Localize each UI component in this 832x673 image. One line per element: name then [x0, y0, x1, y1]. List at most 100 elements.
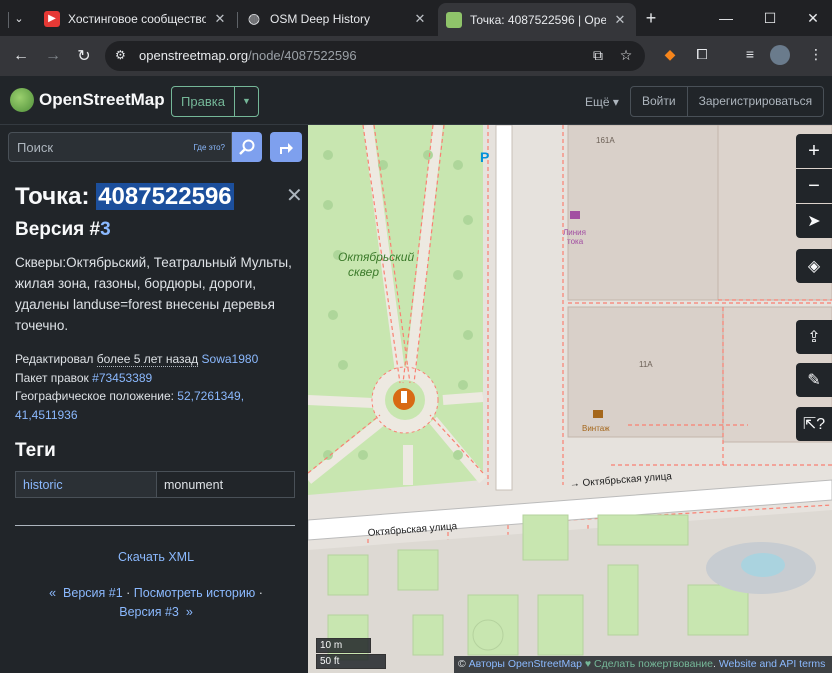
tag-value: monument [164, 478, 224, 492]
auth-buttons: Войти Зарегистрироваться [630, 86, 825, 117]
browser-toolbar: ← → ↻ ⚙ openstreetmap.org/node/408752259… [0, 36, 832, 76]
tab-title: Хостинговое сообщество «Т [68, 11, 206, 26]
tags-heading: Теги [15, 440, 56, 461]
address-bar[interactable]: ⚙ openstreetmap.org/node/4087522596 ⧉ ☆ [105, 41, 645, 71]
more-menu[interactable]: Ещё ▾ [585, 95, 619, 109]
url-text: openstreetmap.org/node/4087522596 [139, 48, 357, 63]
divider [15, 525, 295, 526]
next-version-link[interactable]: Версия #3 [119, 605, 179, 619]
location-lon-link[interactable]: 41,4511936 [15, 408, 78, 422]
extensions-icon[interactable]: ⧠ [692, 46, 712, 66]
share-icon[interactable]: ⇪ [796, 320, 832, 354]
download-xml-link[interactable]: Скачать XML [118, 550, 194, 564]
tags-table: historic monument [15, 471, 295, 498]
tag-key-link[interactable]: historic [16, 472, 157, 497]
sidebar: Поиск Где это? Точка: 4087522596 ✕ Верси… [0, 125, 308, 673]
map-canvas: P Октябрьский сквер 161А 11А Линия тока … [308, 125, 832, 673]
version-link[interactable]: 3 [100, 219, 111, 240]
map-label-square-1: Октябрьский [338, 250, 414, 264]
minimize-icon[interactable]: — [706, 6, 746, 30]
prev-arrow-icon[interactable]: « [49, 586, 56, 600]
metamask-icon[interactable]: ◆ [660, 46, 680, 66]
globe-icon: ◍ [247, 10, 261, 26]
brand-name: OpenStreetMap [39, 90, 165, 109]
close-icon[interactable]: ✕ [212, 11, 228, 27]
login-button[interactable]: Войти [631, 87, 688, 116]
edit-dropdown-icon[interactable]: ▼ [235, 87, 258, 116]
edit-button-group: Правка ▼ [171, 86, 259, 117]
avatar[interactable] [770, 45, 790, 65]
history-nav: « Версия #1 · Посмотреть историю · Верси… [49, 586, 263, 619]
search-row: Поиск Где это? [8, 132, 302, 162]
map-label-tv-1: Линия [563, 228, 586, 237]
locate-icon[interactable]: ➤ [796, 204, 832, 238]
scale-meters: 10 m [316, 638, 371, 653]
search-input[interactable]: Поиск Где это? [8, 132, 232, 162]
play-icon: ▶ [44, 10, 60, 27]
where-is-this-link[interactable]: Где это? [193, 143, 225, 152]
close-icon[interactable]: ✕ [286, 183, 303, 208]
search-placeholder: Поиск [17, 140, 54, 155]
osm-logo-icon [10, 88, 34, 112]
close-icon[interactable]: ✕ [612, 12, 628, 28]
maximize-icon[interactable]: ☐ [750, 6, 790, 30]
osm-header: OpenStreetMap Правка ▼ Ещё ▾ Войти Зарег… [0, 76, 832, 125]
query-features-icon[interactable]: ⇱? [796, 407, 832, 441]
signup-button[interactable]: Зарегистрироваться [688, 87, 823, 116]
map-label-tv-2: тока [567, 237, 584, 246]
tab-title: OSM Deep History [270, 11, 371, 26]
forward-icon[interactable]: → [41, 44, 65, 68]
menu-icon[interactable]: ⋮ [806, 46, 826, 66]
layers-icon[interactable]: ◈ [796, 249, 832, 283]
version-heading: Версия #3 [15, 219, 111, 240]
metadata: Редактировал более 5 лет назад Sowa1980 … [15, 352, 259, 422]
prev-version-link[interactable]: Версия #1 [63, 586, 123, 600]
close-icon[interactable]: ✕ [412, 11, 428, 27]
page-title: Точка: 4087522596 [15, 183, 234, 210]
edit-button[interactable]: Правка [172, 87, 235, 116]
reload-icon[interactable]: ↻ [72, 44, 96, 68]
download-xml-row: Скачать XML [15, 550, 297, 564]
back-icon[interactable]: ← [9, 44, 33, 68]
map-attribution: © Авторы OpenStreetMap ♥ Сделать пожертв… [454, 656, 832, 673]
map-label-house-161a: 161А [596, 136, 615, 145]
osm-logo[interactable]: OpenStreetMap [10, 88, 165, 112]
scale-feet: 50 ft [316, 654, 386, 669]
close-window-icon[interactable]: ✕ [793, 6, 832, 30]
browser-tab-bar: ▶ Хостинговое сообщество «Т ✕ ◍ OSM Deep… [0, 0, 832, 36]
directions-button[interactable] [270, 132, 302, 162]
donate-link[interactable]: Сделать пожертвование [594, 658, 713, 670]
zoom-out-button[interactable]: − [796, 169, 832, 203]
new-tab-icon[interactable]: + [641, 8, 661, 28]
map-view[interactable]: P Октябрьский сквер 161А 11А Линия тока … [308, 125, 832, 673]
svg-text:P: P [480, 149, 489, 165]
authors-link[interactable]: Авторы OpenStreetMap [469, 658, 582, 670]
tab-hosting[interactable]: ▶ Хостинговое сообщество «Т ✕ [36, 5, 236, 32]
media-control-icon[interactable]: ≡ [740, 46, 760, 66]
zoom-in-button[interactable]: + [796, 134, 832, 168]
tab-osm-node[interactable]: Точка: 4087522596 | OpenStre ✕ [438, 3, 636, 36]
bookmark-star-icon[interactable]: ☆ [617, 47, 635, 65]
node-id: 4087522596 [96, 183, 234, 210]
add-note-icon[interactable]: ✎ [796, 363, 832, 397]
location-lat-link[interactable]: 52,7261349, [177, 389, 244, 403]
next-arrow-icon[interactable]: » [186, 605, 193, 619]
tab-osm-deep-history[interactable]: ◍ OSM Deep History ✕ [238, 5, 436, 32]
osm-icon [446, 11, 462, 28]
map-label-square-2: сквер [348, 265, 379, 279]
install-app-icon[interactable]: ⧉ [589, 47, 607, 65]
directions-icon [280, 143, 293, 154]
history-link[interactable]: Посмотреть историю [134, 586, 255, 600]
tab-title: Точка: 4087522596 | OpenStre [470, 12, 606, 27]
map-label-house-11a: 11А [639, 360, 653, 369]
feature-panel: Точка: 4087522596 ✕ Версия #3 Скверы:Окт… [15, 183, 303, 622]
site-info-icon[interactable]: ⚙ [115, 48, 131, 64]
changeset-link[interactable]: #73453389 [92, 371, 152, 385]
search-icon [239, 139, 255, 155]
edit-time: более 5 лет назад [96, 352, 199, 367]
terms-link[interactable]: Website and API terms [719, 658, 826, 670]
tab-search-icon[interactable]: ⌄ [7, 6, 31, 30]
search-button[interactable] [232, 132, 262, 162]
map-label-cafe: Винтаж [582, 424, 610, 433]
editor-link[interactable]: Sowa1980 [202, 352, 259, 366]
